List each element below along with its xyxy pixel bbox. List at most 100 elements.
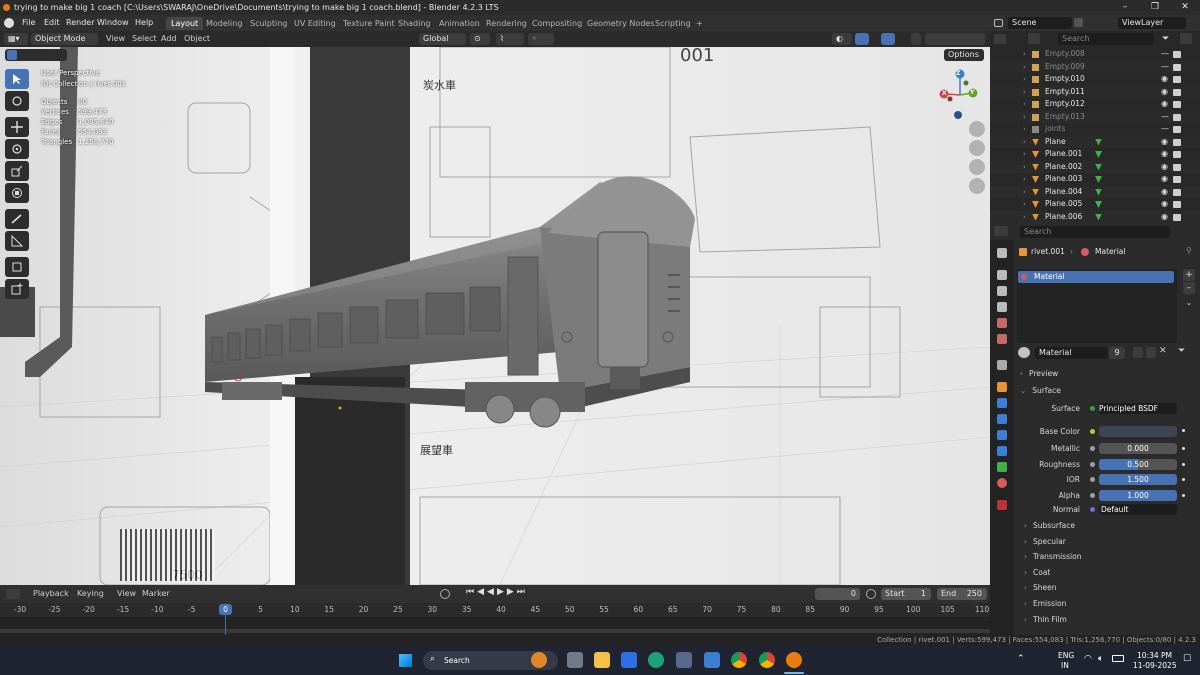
pivot-icon[interactable]: ⊙ xyxy=(470,33,490,45)
visibility-eye-icon[interactable]: ◉ xyxy=(1161,211,1168,223)
tab-uv-editing[interactable]: UV Editing xyxy=(289,17,341,30)
outliner-search-input[interactable]: Search xyxy=(1058,33,1154,45)
viewlayer-field[interactable]: ViewLayer xyxy=(1118,17,1186,29)
zoom-icon[interactable] xyxy=(969,121,985,137)
render-camera-icon[interactable] xyxy=(1173,138,1181,146)
keyframe-dot-icon[interactable] xyxy=(1182,493,1185,497)
render-camera-icon[interactable] xyxy=(1173,88,1181,96)
menu-edit[interactable]: Edit xyxy=(40,17,64,29)
visibility-eye-icon[interactable]: ◉ xyxy=(1161,173,1168,186)
transform-orientation[interactable]: Global xyxy=(419,33,466,45)
outliner-item[interactable]: › Plane.001 ◉ xyxy=(990,148,1200,161)
outliner-item[interactable]: › Plane.003 ◉ xyxy=(990,173,1200,186)
visibility-eye-icon[interactable]: ◉ xyxy=(1161,161,1168,174)
menu-keying[interactable]: Keying xyxy=(77,588,104,600)
battery-icon[interactable] xyxy=(1112,655,1124,662)
camera-view-icon[interactable] xyxy=(969,159,985,175)
keyframe-dot-icon[interactable] xyxy=(1182,478,1185,481)
object-tab-icon[interactable] xyxy=(997,382,1007,392)
expand-chevron-icon[interactable]: › xyxy=(1023,198,1026,211)
tab-geometry-nodes[interactable]: Geometry Nodes xyxy=(582,17,659,30)
mesh-data-icon[interactable] xyxy=(1095,163,1102,171)
outliner-item[interactable]: › Empty.013 — xyxy=(990,110,1200,124)
select-new-icon[interactable] xyxy=(7,50,17,60)
collapsed-section[interactable]: › Subsurface xyxy=(1024,521,1075,530)
expand-chevron-icon[interactable]: › xyxy=(1023,211,1026,223)
duplicate-material-icon[interactable] xyxy=(1146,347,1156,358)
scene-tab-icon[interactable] xyxy=(997,318,1007,328)
render-camera-icon[interactable] xyxy=(1173,126,1181,133)
add-cube-tool[interactable] xyxy=(5,257,29,277)
blender-taskbar-icon[interactable] xyxy=(786,652,802,668)
transform-tool[interactable] xyxy=(5,183,29,203)
visibility-icon[interactable]: ◐ xyxy=(832,33,852,45)
menu-marker[interactable]: Marker xyxy=(142,588,170,600)
tab-layout[interactable]: Layout xyxy=(166,17,204,30)
visibility-eye-icon[interactable]: ◉ xyxy=(1161,148,1168,161)
tab-sculpting[interactable]: Sculpting xyxy=(245,17,292,30)
playback-controls[interactable]: ⏮◀◀▶▶⏭ xyxy=(466,587,528,597)
remove-slot-button[interactable]: – xyxy=(1183,282,1195,294)
base-color-swatch[interactable] xyxy=(1099,426,1177,437)
chrome-icon[interactable] xyxy=(731,652,747,668)
collapsed-section[interactable]: › Sheen xyxy=(1024,583,1057,592)
render-camera-icon[interactable] xyxy=(1173,101,1181,108)
collapsed-section[interactable]: › Specular xyxy=(1024,537,1066,546)
mesh-data-icon[interactable] xyxy=(1095,176,1102,183)
param-socket-icon[interactable] xyxy=(1090,477,1095,482)
material-name-field[interactable]: Material xyxy=(1035,347,1108,359)
tab-texture-paint[interactable]: Texture Paint xyxy=(338,17,400,30)
shading-mode-buttons[interactable] xyxy=(925,33,985,45)
collapsed-section[interactable]: › Coat xyxy=(1024,568,1050,577)
mode-selector[interactable]: Object Mode xyxy=(31,33,98,45)
render-camera-icon[interactable] xyxy=(1173,163,1181,171)
end-frame-field[interactable]: End 250 xyxy=(937,588,987,600)
mesh-data-icon[interactable] xyxy=(1095,151,1102,158)
render-camera-icon[interactable] xyxy=(1173,151,1181,158)
particles-tab-icon[interactable] xyxy=(997,414,1007,424)
editor-type-icon[interactable]: ▦▾ xyxy=(4,33,28,45)
outliner-item[interactable]: › joints — xyxy=(990,123,1200,136)
collapsed-section[interactable]: › Transmission xyxy=(1024,552,1081,561)
material-user-count[interactable]: 9 xyxy=(1109,347,1125,359)
normal-field[interactable]: Default xyxy=(1099,504,1177,515)
view-layer-tab-icon[interactable] xyxy=(997,302,1007,312)
tool-tab-icon[interactable] xyxy=(997,248,1007,258)
render-camera-icon[interactable] xyxy=(1173,213,1181,221)
tab-compositing[interactable]: Compositing xyxy=(527,17,587,30)
menu-help[interactable]: Help xyxy=(131,17,157,29)
mesh-data-icon[interactable] xyxy=(1095,138,1102,146)
gizmo-toggle-icon[interactable] xyxy=(855,33,869,45)
expand-chevron-icon[interactable]: › xyxy=(1023,161,1026,174)
xray-icon[interactable] xyxy=(911,33,921,45)
new-scene-icon[interactable] xyxy=(1074,18,1083,27)
tray-chevron-icon[interactable]: ⌃ xyxy=(1017,654,1025,664)
properties-editor-icon[interactable] xyxy=(994,226,1008,236)
new-collection-icon[interactable] xyxy=(1180,33,1192,44)
annotate-tool[interactable] xyxy=(5,209,29,229)
outliner-item[interactable]: › Plane.006 ◉ xyxy=(990,210,1200,223)
current-frame-field[interactable]: 0 xyxy=(815,588,860,600)
texture-tab-icon[interactable] xyxy=(997,500,1007,510)
menu-playback[interactable]: Playback xyxy=(33,588,69,600)
visibility-eye-icon[interactable]: ◉ xyxy=(1161,86,1168,99)
physics-tab-icon[interactable] xyxy=(997,430,1007,440)
overlay-toggle-icon[interactable] xyxy=(881,33,895,45)
language-region[interactable]: IN xyxy=(1061,661,1069,670)
param-slider[interactable]: 1.000 xyxy=(1099,489,1177,501)
outliner-item[interactable]: › Empty.012 ◉ xyxy=(990,98,1200,111)
photos-icon[interactable] xyxy=(704,652,720,668)
material-tab-icon[interactable] xyxy=(997,478,1007,488)
mesh-data-icon[interactable] xyxy=(1095,201,1102,208)
slot-menu-icon[interactable]: ⌄ xyxy=(1183,298,1195,308)
pin-icon[interactable]: ⚲ xyxy=(1186,246,1192,255)
param-slider[interactable]: 0.000 xyxy=(1099,443,1177,454)
unlink-material-icon[interactable]: ✕ xyxy=(1159,346,1167,356)
param-slider[interactable]: 0.500 xyxy=(1099,458,1177,470)
outliner-editor-icon[interactable] xyxy=(994,34,1006,44)
tab-animation[interactable]: Animation xyxy=(434,17,485,30)
proportional-edit-icon[interactable]: ◦ xyxy=(528,33,554,45)
expand-chevron-icon[interactable]: › xyxy=(1023,111,1026,124)
expand-chevron-icon[interactable]: › xyxy=(1023,73,1026,86)
visibility-eye-icon[interactable]: ◉ xyxy=(1161,198,1168,211)
